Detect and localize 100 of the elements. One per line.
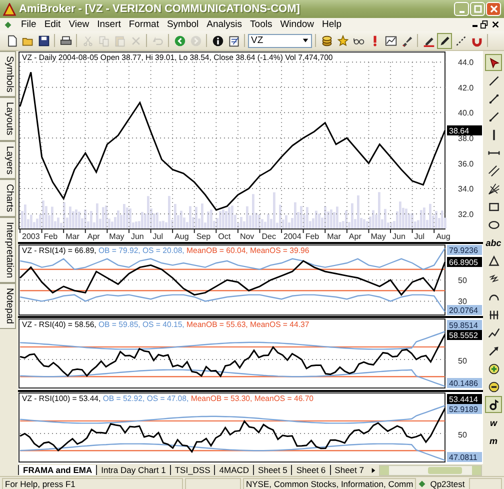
value-label: 20.0764 xyxy=(447,305,482,315)
date-label: Nov xyxy=(240,232,254,241)
date-label: Aug xyxy=(174,232,189,241)
menu-item[interactable]: File xyxy=(18,19,40,30)
status-text: Qp23test xyxy=(429,478,466,489)
value-label: 53.4414 xyxy=(447,394,482,404)
sheet-tab[interactable]: TSI_DSS xyxy=(170,465,214,475)
close-button[interactable] xyxy=(486,2,501,16)
date-label: Aug xyxy=(436,232,450,241)
axis-label: 34.0 xyxy=(458,184,474,194)
date-label: Apr xyxy=(348,232,362,241)
axis-label: 40.0 xyxy=(458,108,474,118)
clipboard-icon xyxy=(114,34,126,46)
date-label: Jun xyxy=(392,232,406,241)
zoom-in-icon xyxy=(488,362,500,374)
page-icon xyxy=(6,34,18,46)
close-icon xyxy=(488,4,498,14)
axis-label: 44.0 xyxy=(458,58,474,68)
arrow-icon xyxy=(488,344,500,356)
sheet-tab[interactable]: FRAMA and EMA xyxy=(18,465,96,475)
value-label: 40.1486 xyxy=(447,378,482,388)
document-icon xyxy=(4,20,12,28)
undo-icon xyxy=(152,34,164,46)
side-tab[interactable]: Notepad xyxy=(0,283,16,330)
date-label: Mar xyxy=(66,232,80,241)
notepad-icon xyxy=(228,34,240,46)
axis-label: 32.0 xyxy=(458,210,474,219)
value-label: 58.5552 xyxy=(447,330,482,340)
date-label: May xyxy=(109,232,124,241)
date-label: Dec xyxy=(262,232,276,241)
side-tab[interactable]: Charts xyxy=(0,179,16,218)
side-tab[interactable]: Layouts xyxy=(0,97,16,141)
date-label: Feb xyxy=(305,232,320,241)
minimize-icon[interactable] xyxy=(472,25,478,27)
toolbar-button[interactable] xyxy=(437,32,452,48)
scrollbar-thumb[interactable] xyxy=(428,466,462,474)
side-tab[interactable]: Interpretation xyxy=(0,217,16,284)
date-label: Apr xyxy=(87,232,100,241)
status-text: For Help, press F1 xyxy=(2,478,183,489)
side-tab[interactable]: Layers xyxy=(0,140,16,180)
date-label: 2004 xyxy=(284,232,302,241)
fan-lines-icon xyxy=(488,182,500,194)
date-label: Jul xyxy=(152,232,163,241)
menu-item[interactable]: Format xyxy=(126,19,162,30)
menu-item[interactable]: Tools xyxy=(247,19,276,30)
value-label: 79.9236 xyxy=(447,245,482,255)
sheet-tab[interactable]: Sheet 5 xyxy=(253,465,292,475)
date-label: Feb xyxy=(44,232,58,241)
bars-icon xyxy=(488,308,500,320)
axis-label: 50 xyxy=(458,356,467,366)
date-label: Jul xyxy=(414,232,425,241)
menu-item[interactable]: Insert xyxy=(94,19,124,30)
info-icon xyxy=(212,34,224,46)
segment-icon xyxy=(488,92,500,104)
value-label: 66.8905 xyxy=(447,256,482,267)
printer-icon xyxy=(60,34,72,46)
value-label: 38.64 xyxy=(447,125,482,136)
axis-label: 38.0 xyxy=(458,134,474,143)
date-label: Mar xyxy=(327,232,341,241)
restore-icon[interactable] xyxy=(480,20,489,29)
menu-item[interactable]: Window xyxy=(277,19,318,30)
pen-icon xyxy=(422,34,434,46)
drawing-tool-button[interactable]: abc xyxy=(485,234,502,251)
menu-item[interactable]: View xyxy=(66,19,92,30)
drawing-tool-button[interactable]: m xyxy=(485,432,502,449)
horizontal-scrollbar[interactable] xyxy=(378,464,482,476)
zigzag-icon xyxy=(488,272,500,284)
date-label: 2003 xyxy=(22,232,40,241)
brush-icon xyxy=(400,34,412,46)
parallel-lines-icon xyxy=(488,164,500,176)
value-label: 52.9189 xyxy=(447,404,482,414)
axis-label: 30 xyxy=(458,297,467,306)
date-label: Jun xyxy=(130,232,144,241)
value-label: 47.0811 xyxy=(447,452,482,462)
axis-label: 50 xyxy=(458,276,467,285)
status-text: NYSE, Common Stocks, Information, Comm xyxy=(243,478,416,489)
maximize-icon xyxy=(472,4,482,14)
drawing-tool-button[interactable]: w xyxy=(485,414,502,431)
drawing-tool-button[interactable] xyxy=(485,54,502,71)
rectangle-icon xyxy=(488,200,500,212)
menu-item[interactable]: Help xyxy=(319,19,345,30)
pencil-icon xyxy=(438,34,450,46)
axis-label: 36.0 xyxy=(458,159,474,168)
cross-icon xyxy=(130,34,142,46)
zoom-out-icon xyxy=(488,380,500,392)
menu-item[interactable]: Edit xyxy=(41,19,64,30)
symbol-combo-box[interactable]: VZ xyxy=(248,34,312,48)
axis-label: 42.0 xyxy=(458,83,474,92)
side-tab[interactable]: Symbols xyxy=(0,51,16,98)
minimize-icon xyxy=(458,11,464,13)
more-tabs-arrow-icon[interactable] xyxy=(370,466,376,474)
ray-icon xyxy=(488,110,500,122)
triangle-icon xyxy=(488,254,500,266)
scissors-icon xyxy=(82,34,94,46)
window-title: AmiBroker - [VZ - VERIZON COMMUNICATIONS-COM] xyxy=(19,3,301,15)
menu-item[interactable]: Symbol xyxy=(164,19,202,30)
drawing-tool-button[interactable] xyxy=(485,396,502,413)
chart-icon xyxy=(384,34,396,46)
menu-item[interactable]: Analysis xyxy=(204,19,246,30)
close-icon[interactable] xyxy=(491,20,500,29)
